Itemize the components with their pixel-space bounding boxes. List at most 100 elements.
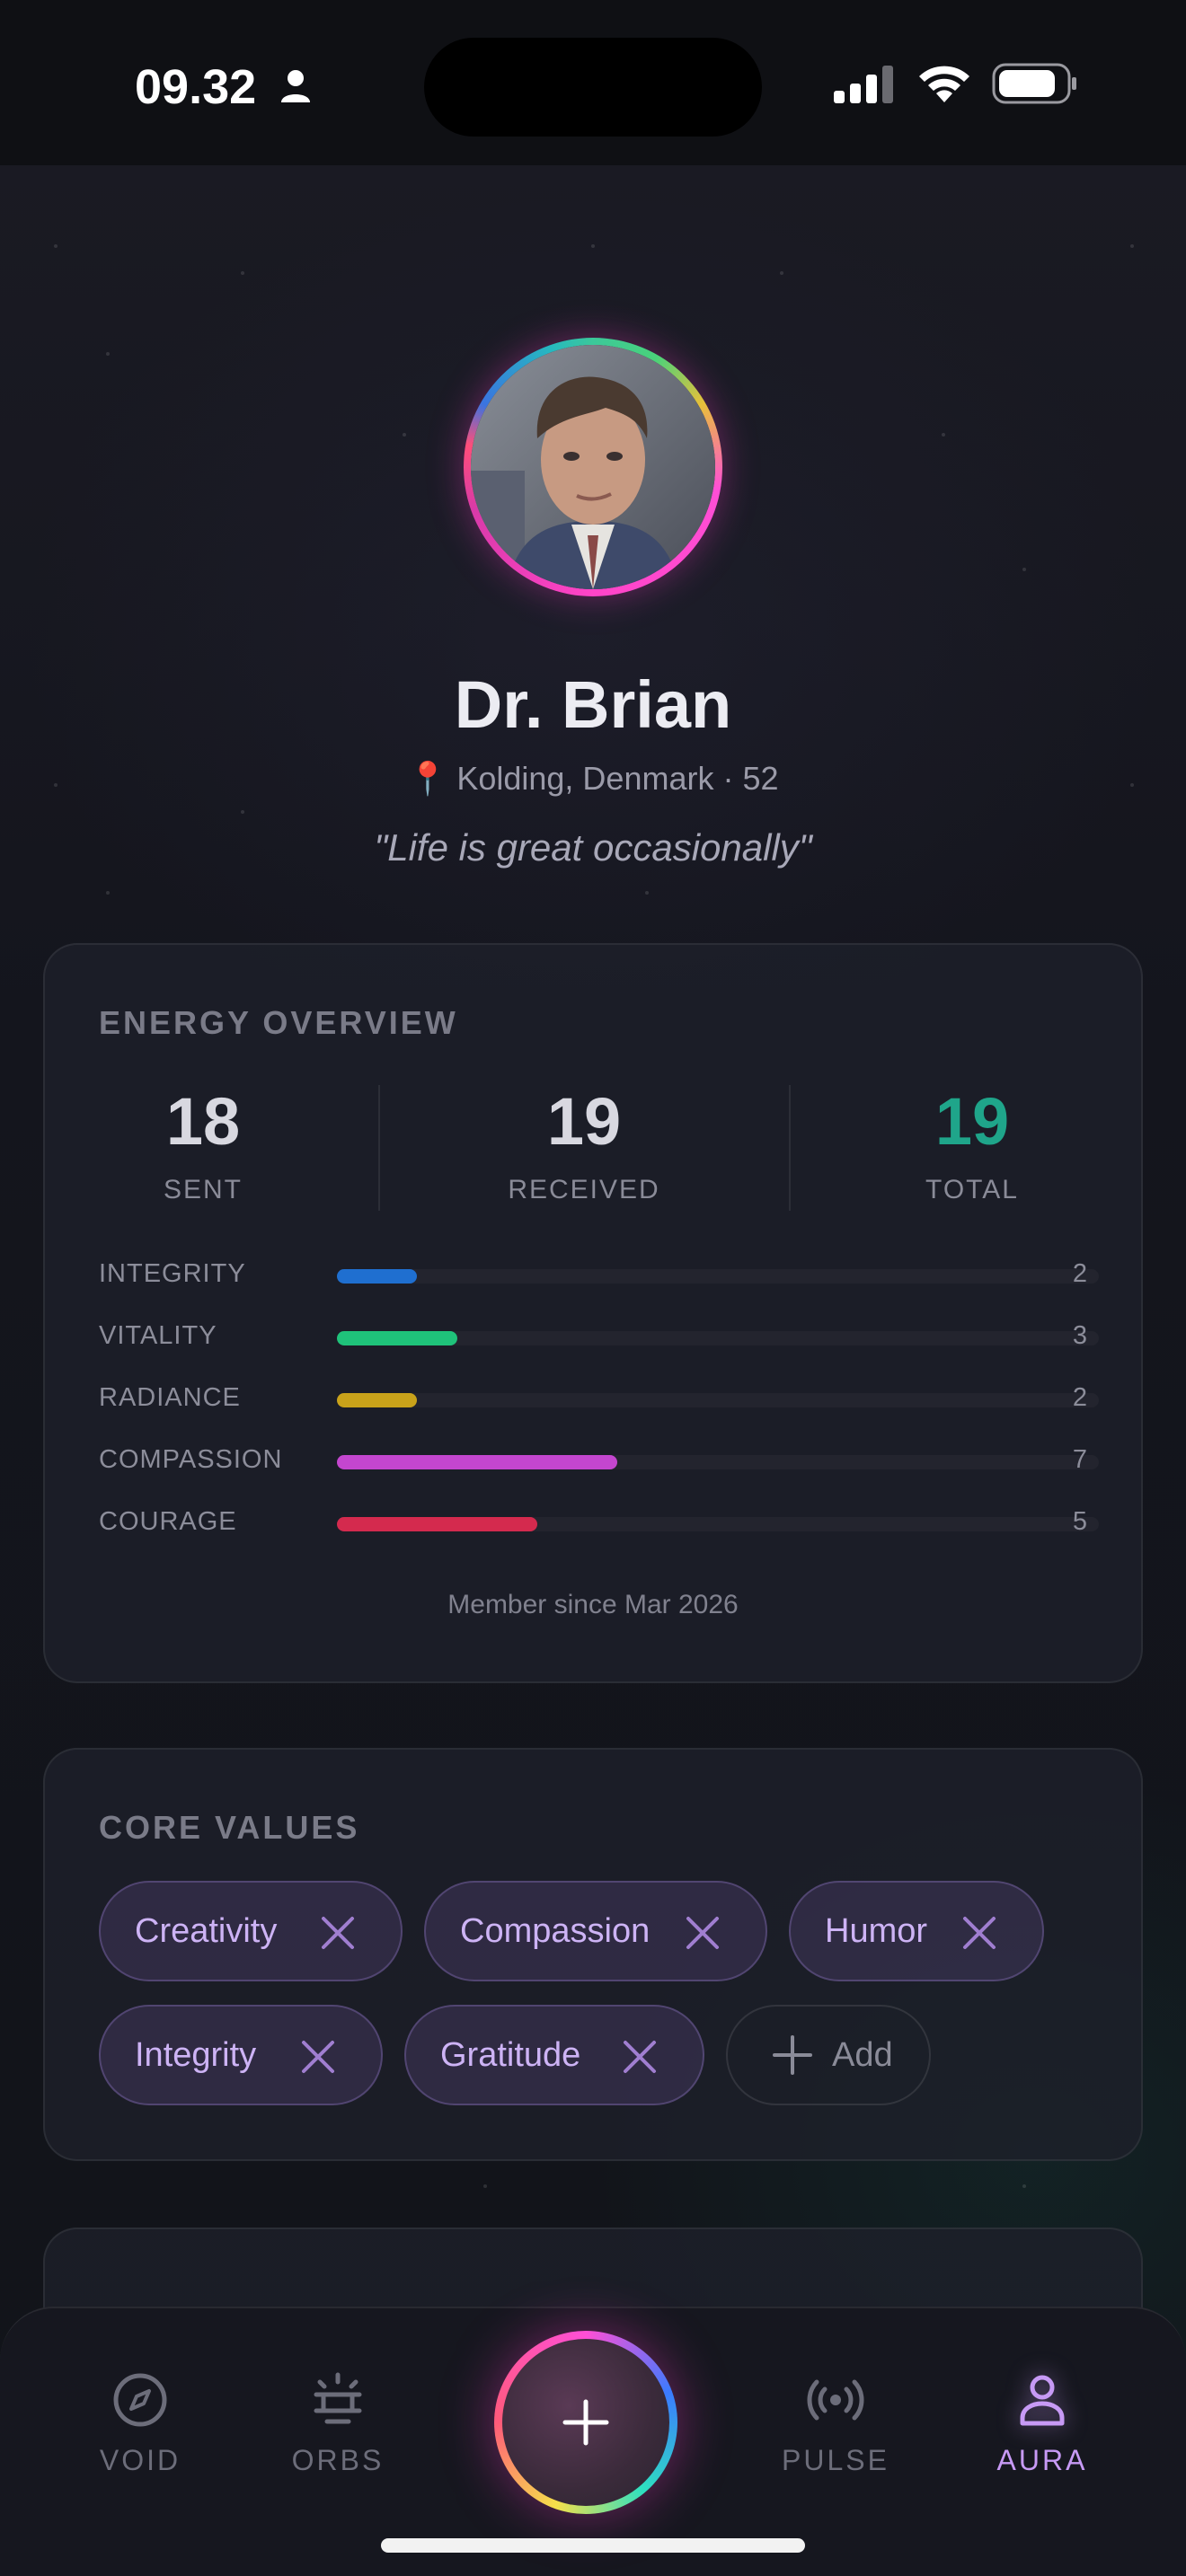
remove-icon[interactable] [622, 2039, 658, 2075]
broadcast-icon [807, 2379, 864, 2421]
avatar-photo [471, 345, 715, 589]
bar-track [337, 1393, 1099, 1407]
bar-value: 3 [1072, 1321, 1087, 1350]
star [483, 2184, 487, 2188]
stat-sent: 18 SENT [68, 1089, 338, 1205]
value-chip-label: Compassion [460, 1911, 651, 1950]
energy-bar-courage: COURAGE 5 [99, 1505, 1087, 1541]
value-chip-label: Creativity [135, 1911, 278, 1950]
compass-icon [113, 2373, 167, 2427]
value-chip-label: Humor [825, 1911, 928, 1950]
bar-fill [337, 1455, 617, 1469]
star [106, 352, 110, 356]
bar-fill [337, 1331, 457, 1345]
plus-icon [773, 2035, 812, 2075]
bar-label: RADIANCE [99, 1383, 241, 1412]
energy-bar-radiance: RADIANCE 2 [99, 1381, 1087, 1417]
orbs-icon [314, 2372, 362, 2424]
create-button[interactable] [494, 2331, 677, 2514]
add-value-button[interactable]: Add [726, 2005, 931, 2105]
remove-icon[interactable] [320, 1915, 356, 1951]
core-values-title: CORE VALUES [99, 1809, 360, 1846]
star [1130, 244, 1134, 248]
bar-track [337, 1269, 1099, 1284]
wifi-icon [919, 66, 969, 102]
profile-location-text: Kolding, Denmark · 52 [456, 760, 779, 797]
bar-fill [337, 1269, 417, 1284]
value-chip-compassion: Compassion [424, 1881, 767, 1981]
add-value-label: Add [832, 2035, 893, 2074]
bar-label: COMPASSION [99, 1445, 283, 1474]
nav-label: PULSE [782, 2444, 890, 2476]
profile-quote: "Life is great occasionally" [374, 826, 812, 869]
avatar[interactable] [464, 338, 722, 596]
value-chip-label: Gratitude [440, 2035, 581, 2074]
star [780, 271, 783, 275]
profile-name: Dr. Brian [454, 667, 732, 742]
bar-track [337, 1331, 1099, 1345]
bar-label: VITALITY [99, 1321, 217, 1350]
stat-sent-value: 18 [165, 1084, 241, 1159]
bar-label: INTEGRITY [99, 1259, 246, 1288]
energy-overview-title: ENERGY OVERVIEW [99, 1004, 458, 1041]
star [241, 271, 244, 275]
bar-fill [337, 1393, 417, 1407]
create-button-inner [502, 2339, 669, 2506]
status-bar: 09.32 [0, 0, 1186, 165]
bar-value: 7 [1072, 1445, 1087, 1474]
nav-label: ORBS [291, 2444, 385, 2476]
person-icon [1020, 2375, 1065, 2426]
remove-icon[interactable] [300, 2039, 336, 2075]
bar-fill [337, 1517, 537, 1531]
energy-bar-compassion: COMPASSION 7 [99, 1443, 1087, 1479]
star [403, 433, 406, 437]
star [645, 891, 649, 895]
dynamic-island [424, 38, 762, 137]
value-chip-integrity: Integrity [99, 2005, 383, 2105]
bar-track [337, 1455, 1099, 1469]
nav-item-void[interactable]: VOID [50, 2371, 230, 2477]
stat-total-value: 19 [934, 1084, 1010, 1159]
nav-label: AURA [996, 2444, 1088, 2476]
bar-track [337, 1517, 1099, 1531]
profile-location: 📍 Kolding, Denmark · 52 [0, 760, 1186, 798]
remove-icon[interactable] [961, 1915, 997, 1951]
stat-divider [378, 1085, 380, 1211]
nav-label: VOID [99, 2444, 181, 2476]
plus-icon [562, 2399, 609, 2446]
bar-value: 5 [1072, 1507, 1087, 1536]
member-since: Member since Mar 2026 [447, 1590, 739, 1619]
star [1022, 568, 1026, 571]
stat-received-value: 19 [546, 1084, 622, 1159]
star [241, 810, 244, 814]
bar-value: 2 [1072, 1383, 1087, 1412]
person-icon [281, 70, 310, 102]
nav-item-aura[interactable]: AURA [952, 2371, 1132, 2477]
stat-sent-label: SENT [163, 1175, 243, 1204]
energy-overview-card [43, 943, 1143, 1683]
stat-received: 19 RECEIVED [449, 1089, 719, 1205]
signal-icon [834, 66, 893, 103]
value-chip-gratitude: Gratitude [404, 2005, 704, 2105]
star [1022, 2184, 1026, 2188]
remove-icon[interactable] [685, 1915, 721, 1951]
stat-total-label: TOTAL [925, 1175, 1019, 1204]
battery-icon [992, 63, 1076, 104]
nav-item-orbs[interactable]: ORBS [248, 2371, 428, 2477]
home-indicator [381, 2538, 805, 2553]
value-chip-creativity: Creativity [99, 1881, 403, 1981]
stat-received-label: RECEIVED [508, 1175, 660, 1204]
energy-bar-vitality: VITALITY 3 [99, 1319, 1087, 1355]
value-chip-humor: Humor [789, 1881, 1044, 1981]
star [54, 244, 58, 248]
location-pin-icon: 📍 [407, 760, 448, 797]
stat-divider [789, 1085, 791, 1211]
star [942, 433, 945, 437]
star [591, 244, 595, 248]
stat-total: 19 TOTAL [837, 1089, 1107, 1205]
bar-value: 2 [1072, 1259, 1087, 1288]
nav-item-pulse[interactable]: PULSE [746, 2371, 925, 2477]
star [106, 891, 110, 895]
energy-bar-integrity: INTEGRITY 2 [99, 1257, 1087, 1293]
bar-label: COURAGE [99, 1507, 237, 1536]
